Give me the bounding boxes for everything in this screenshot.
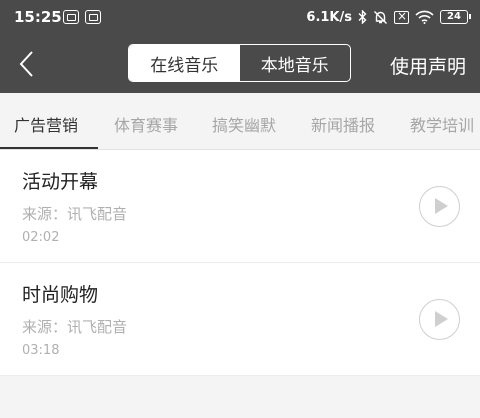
play-icon[interactable] [419, 186, 460, 227]
play-icon[interactable] [419, 299, 460, 340]
status-time: 15:25 [14, 8, 62, 26]
item-source: 来源：讯飞配音 [22, 205, 128, 223]
item-duration: 03:18 [22, 343, 60, 358]
usage-statement-link[interactable]: 使用声明 [390, 52, 466, 79]
app-header: 15:25 6.1K/s 24 在线音乐 本地音乐 使用声明 [0, 0, 480, 93]
bluetooth-icon [358, 10, 367, 24]
tab-sports[interactable]: 体育赛事 [114, 112, 178, 136]
audio-list: 活动开幕 来源：讯飞配音 02:02 时尚购物 来源：讯飞配音 03:18 [0, 150, 480, 376]
item-title: 时尚购物 [22, 284, 99, 306]
item-title: 活动开幕 [22, 171, 99, 193]
status-bar: 15:25 6.1K/s 24 [0, 0, 480, 34]
status-right: 6.1K/s 24 [306, 8, 471, 26]
tab-news[interactable]: 新闻播报 [311, 112, 375, 136]
notification-icon [85, 10, 101, 24]
tab-comedy[interactable]: 搞笑幽默 [212, 112, 276, 136]
music-source-segmented-control: 在线音乐 本地音乐 [128, 44, 351, 82]
tab-online-music[interactable]: 在线音乐 [129, 45, 240, 81]
back-arrow-icon[interactable] [16, 50, 40, 78]
nav-bar: 在线音乐 本地音乐 使用声明 [0, 34, 480, 93]
item-source: 来源：讯飞配音 [22, 318, 128, 336]
network-speed: 6.1K/s [306, 9, 352, 25]
bell-muted-icon [373, 10, 388, 25]
notification-icon [63, 10, 79, 24]
no-sim-icon [394, 9, 409, 24]
tab-advertising[interactable]: 广告营销 [14, 112, 78, 136]
item-duration: 02:02 [22, 230, 60, 245]
category-tabs: 广告营销 体育赛事 搞笑幽默 新闻播报 教学培训 [0, 93, 480, 150]
list-item[interactable]: 活动开幕 来源：讯飞配音 02:02 [0, 150, 480, 263]
list-item[interactable]: 时尚购物 来源：讯飞配音 03:18 [0, 263, 480, 376]
tab-education[interactable]: 教学培训 [410, 112, 474, 136]
wifi-icon [415, 10, 434, 24]
tab-local-music[interactable]: 本地音乐 [240, 45, 351, 81]
battery-icon: 24 [440, 10, 471, 24]
